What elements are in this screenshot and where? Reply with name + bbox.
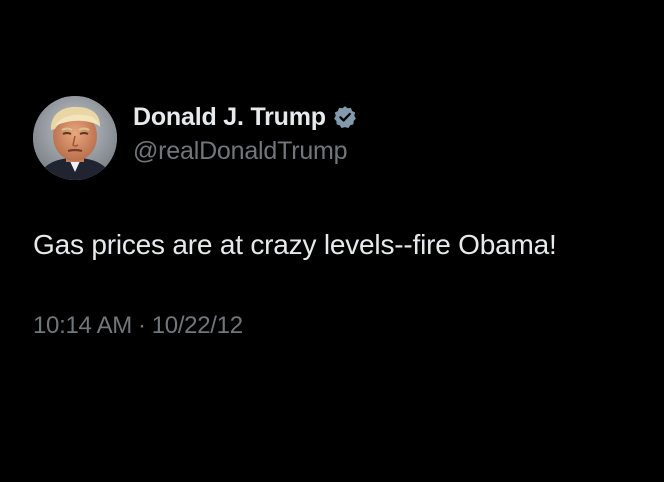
avatar[interactable] <box>33 96 117 180</box>
avatar-image <box>33 96 117 180</box>
tweet-timestamp[interactable]: 10:14 AM · 10/22/12 <box>33 312 243 340</box>
tweet-date: 10/22/12 <box>151 312 243 339</box>
display-name[interactable]: Donald J. Trump <box>133 103 326 132</box>
tweet-time: 10:14 AM <box>33 312 133 339</box>
tweet-text: Gas prices are at crazy levels--fire Oba… <box>33 229 557 260</box>
separator-dot: · <box>138 312 146 339</box>
user-handle[interactable]: @realDonaldTrump <box>133 137 348 166</box>
tweet-card: Donald J. Trump @realDonaldTrump Gas pri… <box>0 0 664 482</box>
author-name-row: Donald J. Trump <box>133 100 357 134</box>
verified-badge-icon[interactable] <box>333 105 357 129</box>
